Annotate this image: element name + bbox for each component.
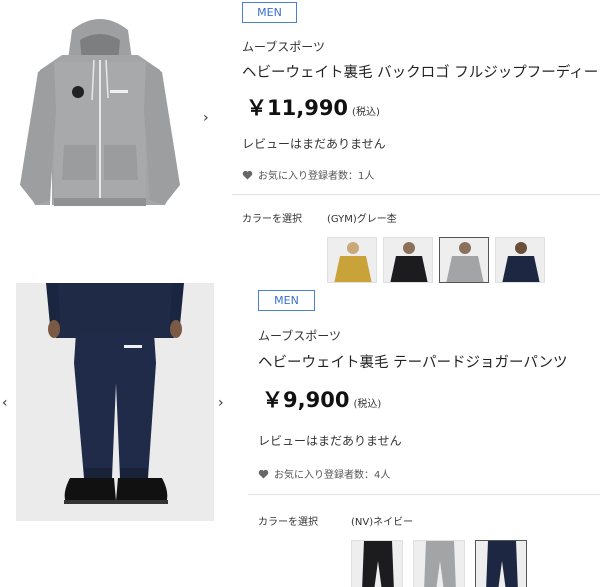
swatch-navy[interactable] bbox=[495, 237, 545, 283]
category-badge: MEN bbox=[242, 2, 297, 23]
color-select-label: カラーを選択 bbox=[242, 214, 302, 225]
review-status: レビューはまだありません bbox=[258, 434, 402, 448]
price-value: ￥11,990 bbox=[246, 96, 349, 120]
favorite-count-text: お気に入り登録者数：4人 bbox=[274, 470, 391, 481]
navy-pants-swatch bbox=[486, 541, 518, 587]
divider bbox=[248, 494, 600, 495]
prev-image-button[interactable]: ‹ bbox=[2, 396, 8, 410]
gray-pants-swatch bbox=[424, 541, 456, 587]
product-image-gray-hoodie[interactable] bbox=[0, 0, 200, 230]
brand-name[interactable]: ムーブスポーツ bbox=[258, 327, 341, 344]
brand-name[interactable]: ムーブスポーツ bbox=[242, 38, 325, 55]
next-image-button[interactable]: › bbox=[218, 396, 224, 410]
selected-color-name: (NV)ネイビー bbox=[351, 517, 414, 528]
review-status: レビューはまだありません bbox=[242, 137, 386, 151]
product-name[interactable]: ヘビーウェイト裏毛 バックロゴ フルジップフーディー bbox=[242, 61, 598, 82]
swatch-navy[interactable] bbox=[475, 540, 527, 587]
black-hoodie-swatch bbox=[390, 242, 428, 282]
swatch-gray[interactable] bbox=[413, 540, 465, 587]
product-image-navy-jogger[interactable] bbox=[16, 283, 214, 521]
next-image-button[interactable]: › bbox=[203, 111, 209, 125]
heart-icon bbox=[258, 469, 269, 479]
divider bbox=[232, 194, 600, 195]
navy-jogger-pants-image bbox=[16, 283, 214, 521]
product-card-hoodie: › MEN ムーブスポーツ ヘビーウェイト裏毛 バックロゴ フルジップフーディー… bbox=[0, 0, 600, 283]
price-value: ￥9,900 bbox=[262, 388, 350, 412]
mustard-hoodie-swatch bbox=[334, 242, 372, 282]
swatch-black[interactable] bbox=[351, 540, 403, 587]
product-price: ￥11,990 (税込) bbox=[246, 92, 380, 122]
navy-hoodie-swatch bbox=[502, 242, 540, 282]
category-badge: MEN bbox=[258, 290, 315, 311]
gray-hoodie-image bbox=[20, 19, 180, 206]
color-swatches bbox=[327, 237, 551, 283]
swatch-mustard[interactable] bbox=[327, 237, 377, 283]
swatch-gray[interactable] bbox=[439, 237, 489, 283]
selected-color-name: (GYM)グレー杢 bbox=[327, 214, 397, 225]
product-card-jogger: ‹ › MEN ムーブスポーツ ヘビーウェイト裏毛 テーパードジョガーパンツ ￥… bbox=[0, 283, 600, 587]
black-pants-swatch bbox=[362, 541, 394, 587]
product-price: ￥9,900 (税込) bbox=[262, 384, 381, 414]
favorite-count-text: お気に入り登録者数：1人 bbox=[258, 171, 375, 182]
favorite-count[interactable]: お気に入り登録者数：1人 bbox=[242, 167, 374, 182]
swatch-black[interactable] bbox=[383, 237, 433, 283]
favorite-count[interactable]: お気に入り登録者数：4人 bbox=[258, 466, 390, 481]
color-select-label: カラーを選択 bbox=[258, 517, 318, 528]
tax-label: (税込) bbox=[352, 107, 380, 118]
heart-icon bbox=[242, 170, 253, 180]
tax-label: (税込) bbox=[353, 399, 382, 410]
gray-hoodie-swatch bbox=[446, 242, 484, 282]
color-swatches bbox=[351, 540, 537, 587]
product-name[interactable]: ヘビーウェイト裏毛 テーパードジョガーパンツ bbox=[258, 351, 568, 372]
